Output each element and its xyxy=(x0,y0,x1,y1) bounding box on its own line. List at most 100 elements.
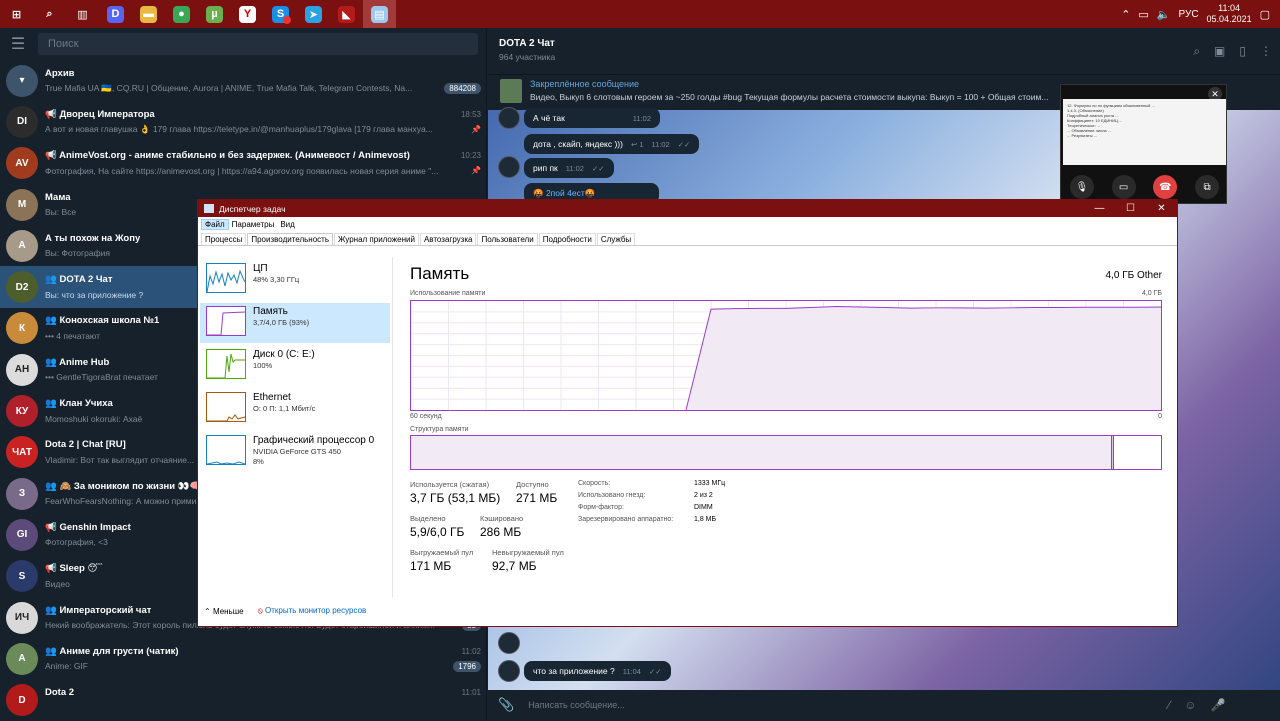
tab[interactable]: Процессы xyxy=(201,233,247,245)
resource-text: Графический процессор 0 NVIDIA GeForce GT… xyxy=(253,435,374,469)
chat-item-preview xyxy=(45,700,481,715)
menu-item[interactable]: Вид xyxy=(277,220,297,229)
chat-title: 👥 Коноxская школа №1 xyxy=(45,315,160,327)
taskbar-button[interactable]: Y xyxy=(231,0,264,28)
pinned-text: Видео, Выкуп 6 слотовым героем за ~250 г… xyxy=(530,92,1049,102)
resource-item[interactable]: Ethernet О: 0 П: 1,1 Мбит/с xyxy=(200,389,390,429)
taskbar-button[interactable]: µ xyxy=(198,0,231,28)
resource-item[interactable]: ЦП 48% 3,30 ГГц xyxy=(200,260,390,300)
footer: ⌃ Меньше ⦸ Открыть монитор ресурсов xyxy=(204,606,366,616)
menu-icon[interactable]: ☰ xyxy=(8,34,28,54)
taskbar-button[interactable]: ▤ xyxy=(363,0,396,28)
message-bubble[interactable]: рип пк 11:02 ✓✓ xyxy=(524,158,614,178)
maximize-button[interactable]: ☐ xyxy=(1115,200,1146,217)
message-time: 11:04 xyxy=(622,666,641,676)
message-time: 11:02 xyxy=(565,163,584,173)
commands-icon[interactable]: ⁄ xyxy=(1168,698,1170,712)
taskbar-button[interactable]: ⌕ xyxy=(33,0,66,28)
avatar[interactable] xyxy=(498,660,520,682)
tab[interactable]: Производительность xyxy=(247,233,333,245)
chrome-icon: ● xyxy=(173,5,190,23)
avatar[interactable] xyxy=(498,156,520,178)
language-indicator[interactable]: РУС xyxy=(1179,9,1199,20)
discord-icon: D xyxy=(107,5,124,23)
chat-last-message: Anime: GIF xyxy=(45,661,88,672)
resource-detail: 100% xyxy=(253,361,273,370)
tab[interactable]: Журнал приложений xyxy=(334,233,419,245)
camera-off-icon[interactable]: ▭ xyxy=(1111,175,1136,199)
emoji-icon[interactable]: ☺ xyxy=(1184,698,1196,712)
chat-list-item[interactable]: D Dota 2 11:01 xyxy=(0,679,486,720)
chat-list-item[interactable]: DI 📢 Дворец Императора 18:53 А вот и новая … xyxy=(0,101,486,142)
less-button[interactable]: ⌃ Меньше xyxy=(204,607,244,616)
attach-icon[interactable]: 📎 xyxy=(498,697,514,713)
chevron-up-icon[interactable]: ⌃ xyxy=(1121,8,1130,21)
memory-structure-bar xyxy=(410,435,1162,470)
mute-mic-icon[interactable]: 🎙 xyxy=(1069,175,1094,199)
stat-block: Выделено 5,9/6,0 ГБ xyxy=(410,514,464,539)
avatar: К xyxy=(6,312,38,345)
resource-item[interactable]: Диск 0 (C: E:) 100% xyxy=(200,346,390,386)
chat-header[interactable]: DOTA 2 Чат 964 участника ⌕ ▣ ▯ ⋮ xyxy=(488,28,1280,74)
menu-item[interactable]: Параметры xyxy=(229,220,278,229)
taskbar-button[interactable]: ➤ xyxy=(297,0,330,28)
chat-list-item[interactable]: ▾ Архив True Mafia UA 🇺🇦, CQ.RU | Общение,… xyxy=(0,60,486,101)
tab[interactable]: Подробности xyxy=(538,233,596,245)
resource-item[interactable]: Графический процессор 0 NVIDIA GeForce GT… xyxy=(200,432,390,472)
volume-icon[interactable]: 🔈 xyxy=(1157,8,1171,21)
resource-name: Диск 0 (C: E:) xyxy=(253,349,315,360)
message-bubble[interactable]: дота , скайп, яндекс ))) ↩ 1 11:02 ✓✓ xyxy=(524,134,700,154)
tab[interactable]: Пользователи xyxy=(477,233,538,245)
minimize-button[interactable]: — xyxy=(1084,200,1115,217)
task-manager-window: Диспетчер задач — ☐ ✕ Файл Параметры Вид П… xyxy=(197,199,1178,627)
chat-title: 👥 Anime Hub xyxy=(45,356,110,368)
chat-list-item[interactable]: А 👥 Аниме для грусти (чатик) 11:02 Anime: G… xyxy=(0,638,486,679)
read-checks-icon: ✓✓ xyxy=(677,139,691,149)
avatar: AH xyxy=(6,353,38,386)
utorrent-icon: µ xyxy=(206,5,223,23)
avatar[interactable] xyxy=(498,107,520,129)
stat-block: Невыгружаемый пул 92,7 МБ xyxy=(492,548,564,573)
taskbar-button[interactable]: D xyxy=(99,0,132,28)
menu-item[interactable]: Файл xyxy=(201,218,229,230)
close-button[interactable]: ✕ xyxy=(1146,200,1177,217)
screen-share-icon[interactable]: ⧉ xyxy=(1195,175,1220,199)
hangup-icon[interactable]: ☎ xyxy=(1153,175,1178,199)
more-icon[interactable]: ⋮ xyxy=(1260,44,1272,59)
notifications-icon[interactable]: ▢ xyxy=(1260,8,1270,21)
resource-monitor-icon: ⦸ xyxy=(257,606,263,615)
message-bubble[interactable]: что за приложение ? 11:04 ✓✓ xyxy=(524,661,671,681)
chat-list-item[interactable]: AV 📢 AnimeVost.org - аниме стабильно и бе… xyxy=(0,143,486,184)
tab[interactable]: Автозагрузка xyxy=(419,233,477,245)
search-icon[interactable]: ⌕ xyxy=(1193,44,1200,59)
sidebar-toggle-icon[interactable]: ▯ xyxy=(1239,44,1246,59)
chat-title: Архив xyxy=(45,67,75,79)
message-bubble[interactable]: А чё так 11:02 xyxy=(524,108,661,128)
panel-heading: Память xyxy=(410,264,470,283)
taskbar-button[interactable]: ▬ xyxy=(132,0,165,28)
stat-label: Кэшировано xyxy=(480,514,524,523)
detail-value: DIMM xyxy=(694,504,713,511)
taskbar-button[interactable]: ● xyxy=(165,0,198,28)
window-titlebar[interactable]: Диспетчер задач — ☐ ✕ xyxy=(198,200,1177,217)
tab[interactable]: Службы xyxy=(596,233,636,245)
resource-monitor-link[interactable]: ⦸ Открыть монитор ресурсов xyxy=(258,606,367,616)
detail-label: Использовано гнезд: xyxy=(578,492,646,499)
message-text: А чё так xyxy=(533,113,565,123)
pin-icon: 📌 xyxy=(471,166,481,176)
taskbar-button[interactable]: ▥ xyxy=(66,0,99,28)
network-icon[interactable]: ▭ xyxy=(1138,8,1148,21)
message-input[interactable]: Написать сообщение... xyxy=(528,700,1168,710)
avatar[interactable] xyxy=(498,632,520,654)
taskbar-button[interactable]: ⊞ xyxy=(0,0,33,28)
clock[interactable]: 11:04 05.04.2021 xyxy=(1207,3,1252,25)
axis-left-label: 60 секунд xyxy=(410,413,442,420)
voice-chat-icon[interactable]: ▣ xyxy=(1214,44,1225,59)
microphone-icon[interactable]: 🎤 xyxy=(1210,698,1225,712)
video-call-popup[interactable]: ✕ 12. Формулы по по функциям обыкновенны… xyxy=(1060,84,1227,204)
search-input[interactable]: Поиск xyxy=(38,33,478,55)
taskbar-button[interactable]: ◣ xyxy=(330,0,363,28)
taskbar-button[interactable]: S xyxy=(264,0,297,28)
resource-text: Ethernet О: 0 П: 1,1 Мбит/с xyxy=(253,392,315,426)
resource-item[interactable]: Память 3,7/4,0 ГБ (93%) xyxy=(200,303,390,343)
